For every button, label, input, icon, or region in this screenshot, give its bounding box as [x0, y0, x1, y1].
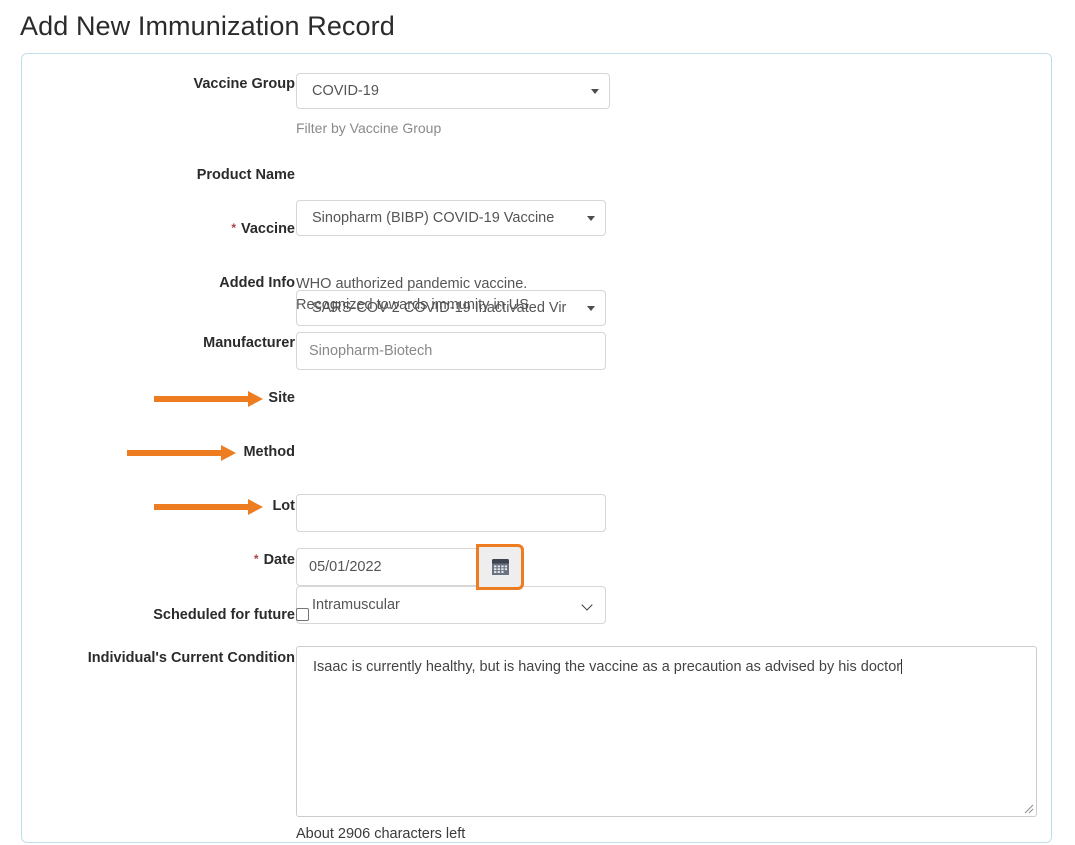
date-picker-button[interactable]: [476, 544, 524, 590]
label-current-condition: Individual's Current Condition: [0, 650, 295, 666]
caret-down-icon: [587, 216, 595, 221]
caret-down-icon: [587, 306, 595, 311]
label-method: Method: [0, 444, 295, 460]
current-condition-textarea[interactable]: Isaac is currently healthy, but is havin…: [296, 646, 1037, 817]
manufacturer-value: Sinopharm-Biotech: [309, 343, 433, 359]
label-date-text: Date: [263, 552, 295, 568]
label-site: Site: [0, 390, 295, 406]
label-added-info: Added Info: [0, 275, 295, 291]
label-vaccine-group-text: Vaccine Group: [193, 76, 295, 92]
added-info-value: WHO authorized pandemic vaccine. Recogni…: [296, 274, 529, 316]
immunization-form-card: Vaccine Group COVID-19 Filter by Vaccine…: [21, 53, 1052, 843]
label-scheduled-for-future: Scheduled for future: [0, 607, 295, 623]
vaccine-group-value: COVID-19: [312, 83, 379, 99]
label-manufacturer: Manufacturer: [0, 335, 295, 351]
label-product-name-text: Product Name: [196, 167, 295, 183]
product-name-value: Sinopharm (BIBP) COVID-19 Vaccine: [312, 210, 555, 226]
label-vaccine: * Vaccine: [0, 221, 295, 237]
vaccine-group-helper-text: Filter by Vaccine Group: [296, 120, 442, 136]
method-value: Intramuscular: [312, 597, 400, 613]
caret-down-icon: [591, 89, 599, 94]
resize-handle-icon[interactable]: [1021, 801, 1034, 814]
label-product-name: Product Name: [0, 167, 295, 183]
label-added-info-text: Added Info: [219, 275, 295, 291]
current-condition-text-wrap: Isaac is currently healthy, but is havin…: [313, 657, 1022, 677]
label-method-text: Method: [243, 444, 295, 460]
product-name-select[interactable]: Sinopharm (BIBP) COVID-19 Vaccine: [296, 200, 606, 236]
method-select[interactable]: Intramuscular: [296, 586, 606, 624]
label-lot: Lot: [0, 498, 295, 514]
chevron-down-icon: [583, 601, 592, 610]
required-asterisk: *: [231, 221, 236, 235]
label-vaccine-group: Vaccine Group: [0, 76, 295, 92]
label-current-condition-text: Individual's Current Condition: [87, 650, 295, 666]
label-site-text: Site: [268, 390, 295, 406]
date-field-group: 05/01/2022: [296, 544, 526, 590]
date-input[interactable]: 05/01/2022: [296, 548, 480, 586]
current-condition-value: Isaac is currently healthy, but is havin…: [313, 659, 902, 675]
lot-input[interactable]: [296, 494, 606, 532]
added-info-line-1: WHO authorized pandemic vaccine.: [296, 276, 528, 292]
required-asterisk: *: [253, 552, 259, 566]
vaccine-group-select[interactable]: COVID-19: [296, 73, 610, 109]
date-value: 05/01/2022: [309, 559, 382, 575]
label-vaccine-text: Vaccine: [240, 221, 295, 237]
scheduled-for-future-checkbox[interactable]: [296, 608, 309, 621]
label-lot-text: Lot: [272, 498, 295, 514]
character-count-text: About 2906 characters left: [296, 826, 466, 842]
page-title: Add New Immunization Record: [20, 11, 395, 41]
calendar-icon: [491, 559, 509, 575]
manufacturer-input[interactable]: Sinopharm-Biotech: [296, 332, 606, 370]
label-scheduled-for-future-text: Scheduled for future: [153, 607, 295, 623]
label-manufacturer-text: Manufacturer: [203, 335, 295, 351]
added-info-line-2: Recognized towards immunity in US: [296, 297, 529, 313]
text-cursor: [901, 659, 903, 674]
label-date: * Date: [0, 552, 295, 568]
